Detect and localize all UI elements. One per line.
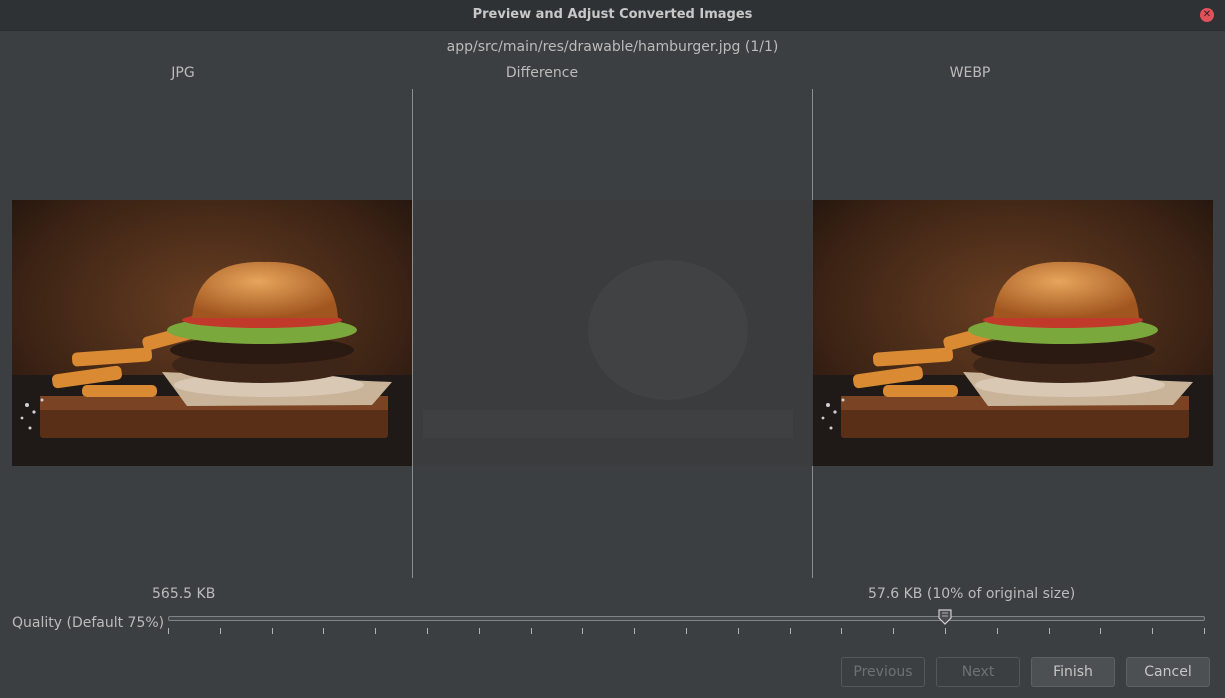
jpg-preview-image [12,200,412,466]
original-size-label: 565.5 KB [152,586,216,602]
finish-button[interactable]: Finish [1031,657,1115,687]
close-icon[interactable]: ✕ [1200,8,1214,22]
slider-tick [531,628,532,634]
slider-tick [738,628,739,634]
slider-tick [479,628,480,634]
difference-column-label: Difference [505,65,579,81]
slider-tick [997,628,998,634]
slider-tick [427,628,428,634]
slider-tick [582,628,583,634]
quality-slider[interactable] [168,605,1205,637]
slider-tick [168,628,169,634]
slider-tick [945,628,946,634]
slider-tick [841,628,842,634]
difference-preview-image [413,200,813,466]
webp-preview-image [813,200,1213,466]
slider-tick [323,628,324,634]
slider-thumb-icon[interactable] [937,609,953,625]
cancel-button[interactable]: Cancel [1126,657,1210,687]
slider-tick [1152,628,1153,634]
slider-tick [634,628,635,634]
slider-tick [686,628,687,634]
title-bar: Preview and Adjust Converted Images ✕ [0,0,1225,31]
slider-tick [272,628,273,634]
slider-track[interactable] [168,616,1205,621]
slider-tick [220,628,221,634]
next-button[interactable]: Next [936,657,1020,687]
quality-label: Quality (Default 75%) [12,615,165,631]
converted-size-label: 57.6 KB (10% of original size) [868,586,1076,602]
webp-column-label: WEBP [949,65,991,81]
slider-tick [1204,628,1205,634]
jpg-column-label: JPG [171,65,195,81]
slider-tick [790,628,791,634]
window-title: Preview and Adjust Converted Images [472,7,753,22]
slider-tick [893,628,894,634]
slider-tick [375,628,376,634]
previous-button[interactable]: Previous [841,657,925,687]
slider-tick [1100,628,1101,634]
file-path: app/src/main/res/drawable/hamburger.jpg … [446,39,779,55]
slider-tick [1049,628,1050,634]
